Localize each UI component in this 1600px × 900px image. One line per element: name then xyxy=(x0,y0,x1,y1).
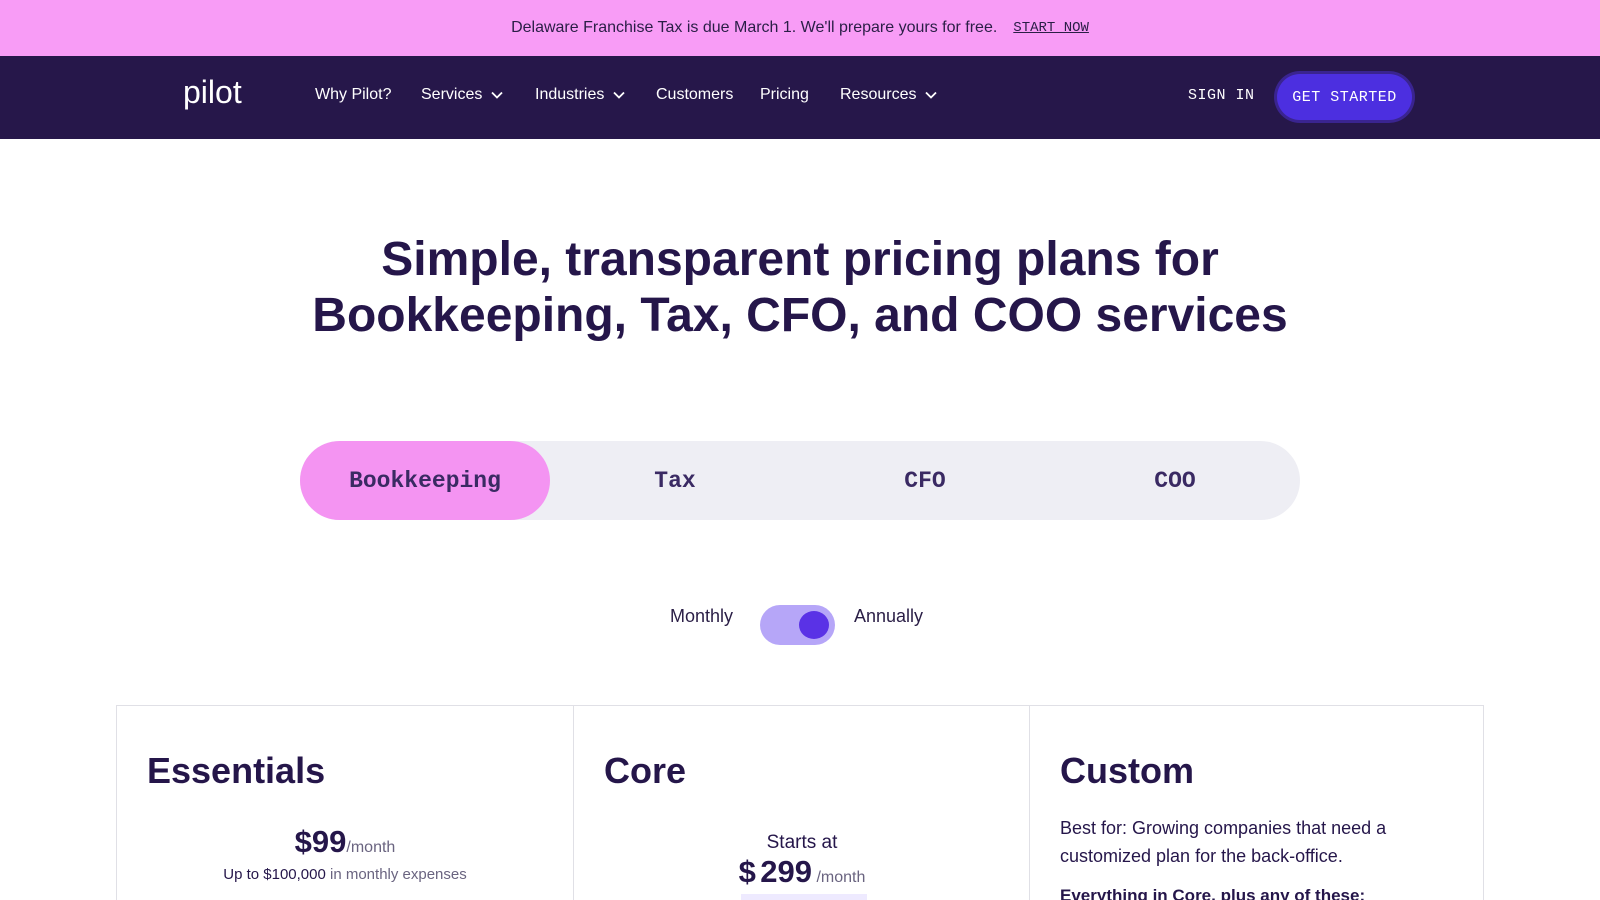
nav-item-pricing[interactable]: Pricing xyxy=(760,86,809,104)
nav-label: Why Pilot? xyxy=(315,86,392,103)
plan-description: Best for: Growing companies that need a … xyxy=(1060,818,1387,866)
billing-annually-label[interactable]: Annually xyxy=(854,606,923,627)
toggle-knob xyxy=(799,611,829,639)
pilot-logo[interactable]: pilot xyxy=(183,74,253,114)
nav-label: Services xyxy=(421,86,483,103)
plan-price: $ 299 /month xyxy=(574,854,1030,890)
price-selector[interactable] xyxy=(741,894,867,900)
plan-subheading: Everything in Core, plus any of these: xyxy=(1060,886,1366,900)
nav-item-customers[interactable]: Customers xyxy=(656,86,733,104)
start-now-link[interactable]: START NOW xyxy=(1013,20,1089,36)
nav-item-resources[interactable]: Resources xyxy=(840,86,938,104)
plan-limit: Up to $100,000 in monthly expenses xyxy=(117,866,573,883)
title-line-1: Simple, transparent pricing plans for xyxy=(381,233,1219,286)
limit-suffix: in monthly expenses xyxy=(330,866,467,883)
nav-item-industries[interactable]: Industries xyxy=(535,86,626,104)
price-amount: $99 xyxy=(294,824,347,859)
plan-card-custom: Custom Best for: Growing companies that … xyxy=(1029,706,1485,900)
plan-name: Core xyxy=(604,750,687,791)
tab-bookkeeping[interactable]: Bookkeeping xyxy=(300,441,550,520)
plan-card-core: Core Starts at $ 299 /month xyxy=(573,706,1029,900)
price-unit: /month xyxy=(816,869,866,886)
plan-price: $99/month xyxy=(117,824,573,860)
plan-cards: Essentials $99/month Up to $100,000 in m… xyxy=(116,705,1484,900)
billing-period-toggle[interactable] xyxy=(760,605,835,645)
promo-banner: Delaware Franchise Tax is due March 1. W… xyxy=(0,0,1600,56)
nav-label: Industries xyxy=(535,86,605,103)
plan-name: Essentials xyxy=(147,750,326,791)
plan-card-essentials: Essentials $99/month Up to $100,000 in m… xyxy=(117,706,573,900)
price-prefix: Starts at xyxy=(766,832,838,853)
pilot-logo-mark: pilot xyxy=(183,74,242,110)
tab-coo[interactable]: COO xyxy=(1050,441,1300,520)
nav-item-services[interactable]: Services xyxy=(421,86,504,104)
price-currency: $ xyxy=(738,854,756,889)
main-nav: pilot Why Pilot? Services Industries Cus… xyxy=(0,56,1600,139)
nav-item-why-pilot[interactable]: Why Pilot? xyxy=(315,86,391,104)
tab-tax[interactable]: Tax xyxy=(550,441,800,520)
svg-text:pilot: pilot xyxy=(183,74,242,110)
chevron-down-icon xyxy=(925,91,938,99)
banner-text: Delaware Franchise Tax is due March 1. W… xyxy=(511,19,998,36)
get-started-button[interactable]: GET STARTED xyxy=(1277,74,1412,120)
nav-label: Resources xyxy=(840,86,917,103)
price-amount: 299 xyxy=(760,854,813,889)
plan-name: Custom xyxy=(1060,750,1194,791)
chevron-down-icon xyxy=(491,91,503,99)
nav-label: Pricing xyxy=(760,86,809,103)
billing-monthly-label[interactable]: Monthly xyxy=(670,606,733,627)
chevron-down-icon xyxy=(613,91,626,99)
page-title: Simple, transparent pricing plans for Bo… xyxy=(0,232,1600,344)
title-line-2: Bookkeeping, Tax, CFO, and COO services xyxy=(312,289,1288,342)
tab-cfo[interactable]: CFO xyxy=(800,441,1050,520)
price-unit: /month xyxy=(346,839,396,856)
limit-value: Up to $100,000 xyxy=(223,866,326,883)
sign-in-link[interactable]: SIGN IN xyxy=(1188,87,1255,104)
nav-label: Customers xyxy=(656,86,734,103)
service-tabs: Bookkeeping Tax CFO COO xyxy=(300,441,1300,520)
